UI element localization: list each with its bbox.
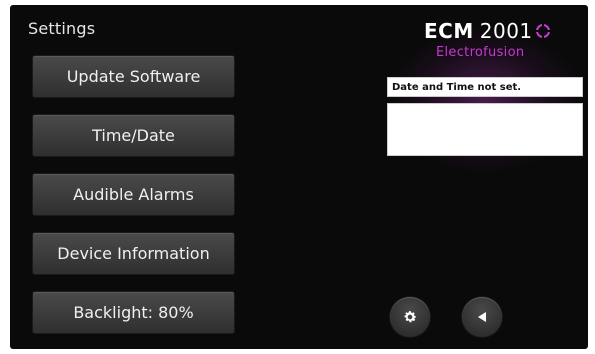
back-arrow-icon (478, 312, 486, 322)
update-software-button[interactable]: Update Software (32, 55, 235, 98)
backlight-button[interactable]: Backlight: 80% (32, 291, 235, 334)
page-title: Settings (28, 19, 96, 38)
audible-alarms-button[interactable]: Audible Alarms (32, 173, 235, 216)
device-screen: Settings Update Software Time/Date Audib… (10, 5, 588, 349)
message-area (387, 103, 583, 156)
status-message-box: Date and Time not set. (387, 77, 583, 97)
device-information-button[interactable]: Device Information (32, 232, 235, 275)
gear-icon (404, 311, 417, 323)
logo-ecm-text: ECM (424, 19, 474, 43)
status-text: Date and Time not set. (392, 81, 522, 93)
settings-button[interactable] (390, 297, 430, 337)
time-date-button[interactable]: Time/Date (32, 114, 235, 157)
logo-subtitle: Electrofusion (436, 45, 525, 60)
brand-logo: ECM 2001 (424, 19, 550, 43)
logo-mark-icon (535, 24, 550, 38)
back-button[interactable] (462, 297, 502, 337)
logo-model-text: 2001 (479, 19, 533, 43)
